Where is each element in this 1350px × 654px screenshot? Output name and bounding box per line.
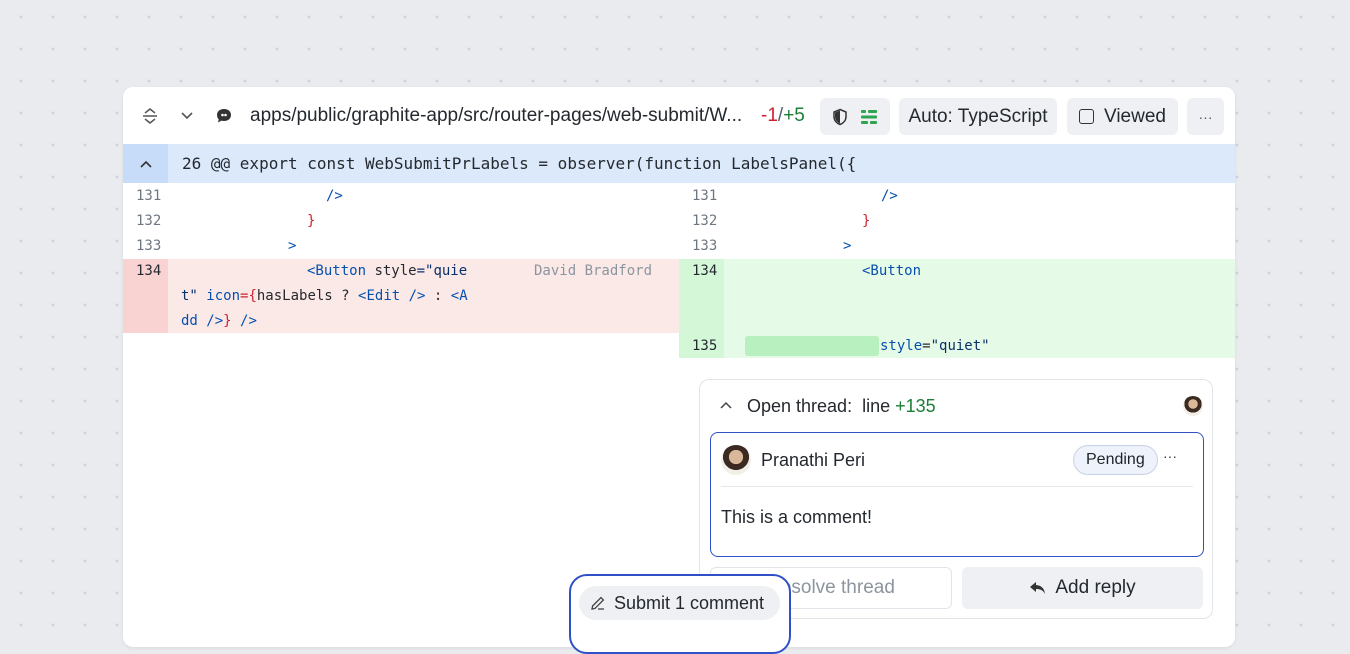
right-code-line: />: [881, 188, 898, 204]
right-line-number[interactable]: 133: [692, 238, 717, 254]
divider: [721, 486, 1193, 487]
blame-author: David Bradford: [534, 263, 653, 279]
left-line-number[interactable]: 131: [136, 188, 161, 204]
expand-vertical-icon[interactable]: [140, 106, 160, 126]
comment-author: Pranathi Peri: [761, 450, 866, 470]
submit-comments-label: Submit 1 comment: [614, 592, 765, 613]
thread-line-ref[interactable]: +135: [895, 396, 936, 416]
diff-panel: apps/public/graphite-app/src/router-page…: [123, 87, 1235, 647]
left-code-line: />: [326, 188, 343, 204]
left-code-line: >: [288, 238, 297, 254]
right-line-number[interactable]: 132: [692, 213, 717, 229]
code-token: hasLabels ?: [256, 288, 359, 304]
right-code-line: >: [843, 238, 852, 254]
code-token: =: [922, 338, 931, 354]
hunk-collapse-button[interactable]: [123, 144, 168, 183]
chevron-up-icon[interactable]: [719, 400, 733, 410]
chevron-down-icon[interactable]: [177, 106, 197, 126]
left-code-line: }: [307, 213, 316, 229]
left-line-number[interactable]: 132: [136, 213, 161, 229]
word-diff-highlight: [745, 336, 879, 356]
added-line-number[interactable]: 134: [692, 263, 717, 279]
code-token: :: [425, 288, 451, 304]
comment-bubble-icon[interactable]: [214, 106, 234, 126]
submit-comments-popover: Submit 1 comment: [569, 574, 791, 654]
removed-code-line: dd />} />: [181, 313, 257, 329]
checkbox-icon[interactable]: [1079, 109, 1094, 124]
language-select-button[interactable]: Auto: TypeScript: [899, 98, 1057, 135]
diff-stat: -1/+5: [761, 105, 805, 127]
thread-title: Open thread: line +135: [747, 396, 936, 417]
thread-title-label: Open thread:: [747, 396, 853, 416]
code-token: <A: [450, 288, 468, 304]
viewed-label: Viewed: [1104, 105, 1166, 127]
code-token: ={: [240, 288, 257, 304]
added-code-line: style="quiet": [880, 338, 990, 354]
add-reply-button[interactable]: Add reply: [962, 567, 1203, 609]
code-token: dd />: [181, 313, 224, 329]
reply-arrow-icon: [1030, 582, 1046, 594]
removed-code-line: t" icon={hasLabels ? <Edit /> : <A: [181, 288, 468, 304]
right-code-line: }: [862, 213, 871, 229]
comment-body: This is a comment!: [721, 507, 873, 527]
submit-comments-button[interactable]: Submit 1 comment: [579, 586, 780, 620]
removed-line-number[interactable]: 134: [136, 263, 161, 279]
thread-line-label: line: [862, 396, 891, 416]
hunk-header: 26 @@ export const WebSubmitPrLabels = o…: [123, 144, 1235, 183]
code-token: style: [880, 338, 923, 354]
chevron-up-icon: [139, 160, 152, 168]
removed-code-line: <Button style="quie: [307, 263, 467, 279]
code-token: t": [181, 288, 198, 304]
code-token: }: [223, 313, 232, 329]
diff-lines-icon: [861, 109, 877, 124]
pencil-icon: [591, 596, 605, 610]
added-code-line: <Button: [862, 263, 922, 279]
code-token: />: [231, 313, 257, 329]
deletion-count: -1: [761, 105, 778, 126]
viewed-toggle[interactable]: Viewed: [1067, 98, 1178, 135]
hunk-header-text: 26 @@ export const WebSubmitPrLabels = o…: [182, 154, 857, 173]
code-token: icon: [197, 288, 241, 304]
comment-card: Pranathi Peri Pending ··· This is a comm…: [710, 432, 1204, 557]
left-line-number[interactable]: 133: [136, 238, 161, 254]
avatar: [1183, 396, 1203, 416]
avatar: [721, 445, 751, 475]
file-path[interactable]: apps/public/graphite-app/src/router-page…: [250, 105, 742, 127]
right-line-number[interactable]: 131: [692, 188, 717, 204]
code-token: ="quie: [416, 263, 468, 279]
more-options-button[interactable]: ···: [1187, 98, 1224, 135]
shield-icon: [833, 108, 847, 125]
added-line-number[interactable]: 135: [692, 338, 717, 354]
file-header: apps/public/graphite-app/src/router-page…: [123, 87, 1235, 144]
code-token: "quiet": [930, 338, 990, 354]
blame-toggle-group[interactable]: [820, 98, 890, 135]
code-token: <Edit />: [358, 288, 426, 304]
status-badge: Pending: [1073, 445, 1158, 475]
addition-count: +5: [783, 105, 805, 126]
add-reply-label: Add reply: [1055, 577, 1136, 598]
comment-more-button[interactable]: ···: [1163, 448, 1177, 464]
code-token: <Button: [307, 263, 367, 279]
code-token: style: [366, 263, 417, 279]
